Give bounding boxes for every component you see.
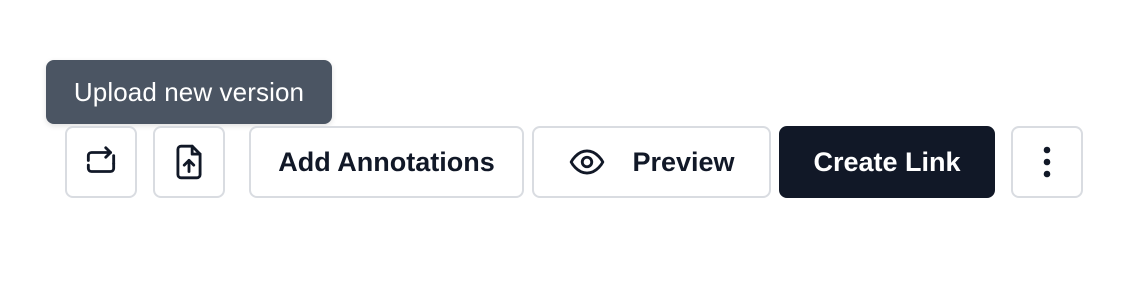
- add-annotations-label: Add Annotations: [278, 146, 495, 177]
- preview-label: Preview: [632, 146, 735, 177]
- replace-file-icon: [82, 143, 120, 181]
- tooltip-text: Upload new version: [73, 76, 305, 107]
- preview-button[interactable]: Preview: [532, 126, 771, 198]
- create-link-label: Create Link: [813, 146, 961, 177]
- add-annotations-button[interactable]: Add Annotations: [249, 126, 524, 198]
- eye-icon: [568, 143, 606, 181]
- upload-tooltip: Upload new version: [46, 60, 332, 124]
- create-link-button[interactable]: Create Link: [779, 126, 995, 198]
- replace-file-button[interactable]: [65, 126, 137, 198]
- toolbar-canvas: Upload new version Add Annotations Previ…: [0, 0, 1142, 292]
- vertical-dots-icon: [1042, 145, 1052, 179]
- file-upload-icon: [172, 143, 206, 181]
- more-options-button[interactable]: [1011, 126, 1083, 198]
- upload-new-version-button[interactable]: [153, 126, 225, 198]
